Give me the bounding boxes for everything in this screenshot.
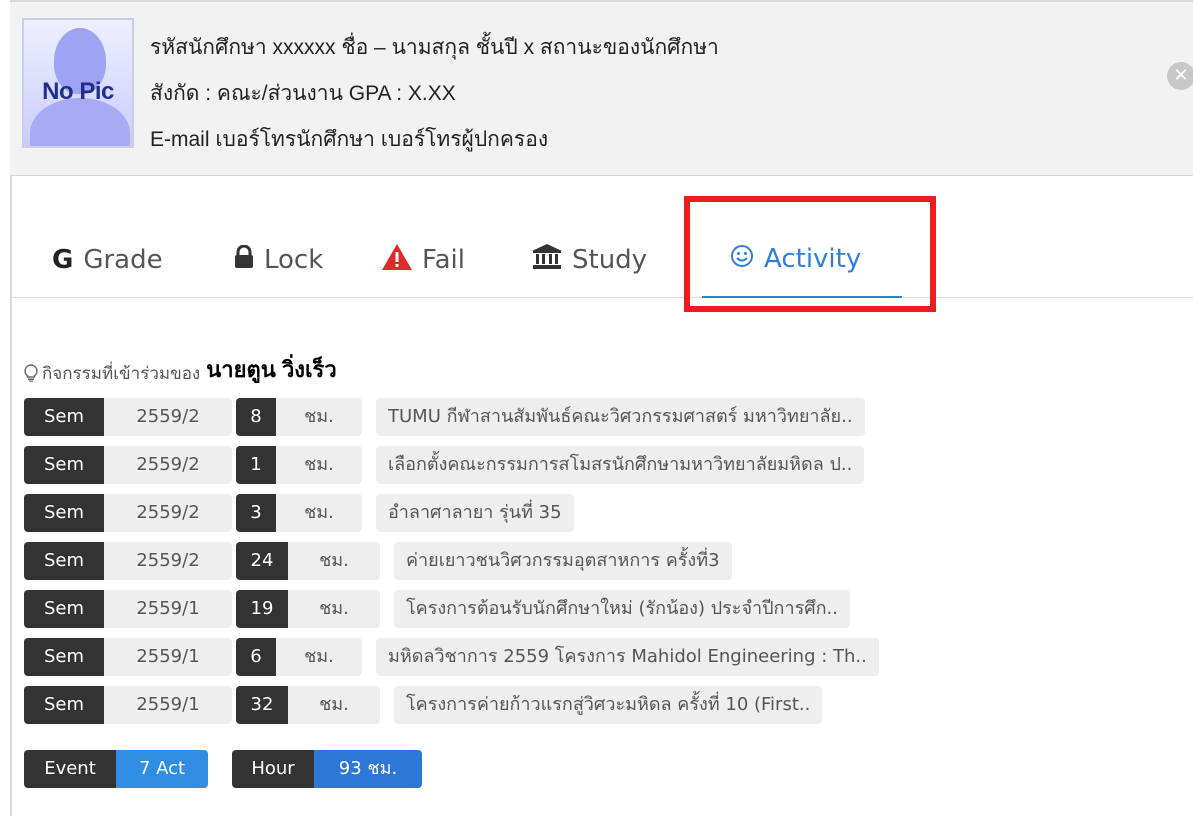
hours-unit: ชม. [276,446,362,484]
hours-value: 8 [236,398,276,436]
activity-title: มหิดลวิชาการ 2559 โครงการ Mahidol Engine… [376,638,879,676]
student-name: นายตูน วิ่งเร็ว [206,357,337,382]
avatar-placeholder-label: No Pic [42,78,114,105]
hours-value: 3 [236,494,276,532]
activity-title: โครงการต้อนรับนักศึกษาใหม่ (รักน้อง) ประ… [394,590,850,628]
sem-label: Sem [24,590,104,628]
sem-label: Sem [24,446,104,484]
sem-label: Sem [24,686,104,724]
activity-tab-highlight-box [684,196,936,312]
activity-title: โครงการค่ายก้าวแรกสู่วิศวะมหิดล ครั้งที่… [394,686,823,724]
sem-label: Sem [24,638,104,676]
hours-unit: ชม. [288,686,380,724]
sem-value: 2559/2 [104,398,232,436]
hours-unit: ชม. [276,494,362,532]
tab-study[interactable]: Study [532,222,647,298]
sem-label: Sem [24,398,104,436]
lightbulb-icon [24,364,38,387]
sem-value: 2559/2 [104,542,232,580]
hours-unit: ชม. [276,638,362,676]
sem-value: 2559/2 [104,446,232,484]
tab-bar: G Grade Lock Fail Study Activity [12,222,1193,298]
avatar: No Pic [22,18,134,148]
close-icon[interactable]: ✕ [1167,62,1193,90]
lock-icon [234,244,254,276]
hours-unit: ชม. [288,590,380,628]
tab-grade-label: Grade [83,245,163,275]
activity-title: เลือกตั้งคณะกรรมการสโมสรนักศึกษามหาวิทยา… [376,446,865,484]
hours-value: 19 [236,590,288,628]
hours-unit: ชม. [288,542,380,580]
sem-value: 2559/1 [104,686,232,724]
activity-heading: กิจกรรมที่เข้าร่วมของ นายตูน วิ่งเร็ว [24,352,337,387]
hour-label: Hour [232,750,314,788]
hours-unit: ชม. [276,398,362,436]
tab-lock-label: Lock [264,245,324,275]
tab-study-label: Study [572,245,648,275]
sem-value: 2559/2 [104,494,232,532]
sem-label: Sem [24,542,104,580]
activity-title: อำลาศาลายา รุ่นที่ 35 [376,494,574,532]
warning-icon [382,243,412,277]
sem-value: 2559/1 [104,590,232,628]
student-id-line: รหัสนักศึกษา xxxxxx ชื่อ – นามสกุล ชั้นป… [150,36,719,59]
sem-label: Sem [24,494,104,532]
activity-title: ค่ายเยาวชนวิศวกรรมอุตสาหการ ครั้งที่3 [394,542,732,580]
institution-icon [532,243,562,277]
tab-grade[interactable]: G Grade [52,222,163,298]
tab-lock[interactable]: Lock [234,222,323,298]
student-info: รหัสนักศึกษา xxxxxx ชื่อ – นามสกุล ชั้นป… [150,28,719,166]
tab-fail[interactable]: Fail [382,222,465,298]
student-contact-line: E-mail เบอร์โทรนักศึกษา เบอร์โทรผู้ปกครอ… [150,128,549,151]
student-header: No Pic รหัสนักศึกษา xxxxxx ชื่อ – นามสกุ… [10,2,1193,176]
grade-icon: G [52,245,74,275]
event-label: Event [24,750,116,788]
hours-value: 1 [236,446,276,484]
hour-total: 93 ชม. [314,750,422,788]
hours-value: 24 [236,542,288,580]
activity-heading-text: กิจกรรมที่เข้าร่วมของ [42,364,201,384]
hours-value: 6 [236,638,276,676]
activity-title: TUMU กีฬาสานสัมพันธ์คณะวิศวกรรมศาสตร์ มห… [376,398,865,436]
student-faculty-line: สังกัด : คณะ/ส่วนงาน GPA : X.XX [150,82,456,105]
hours-value: 32 [236,686,288,724]
event-count: 7 Act [116,750,208,788]
tab-fail-label: Fail [422,245,465,275]
sem-value: 2559/1 [104,638,232,676]
